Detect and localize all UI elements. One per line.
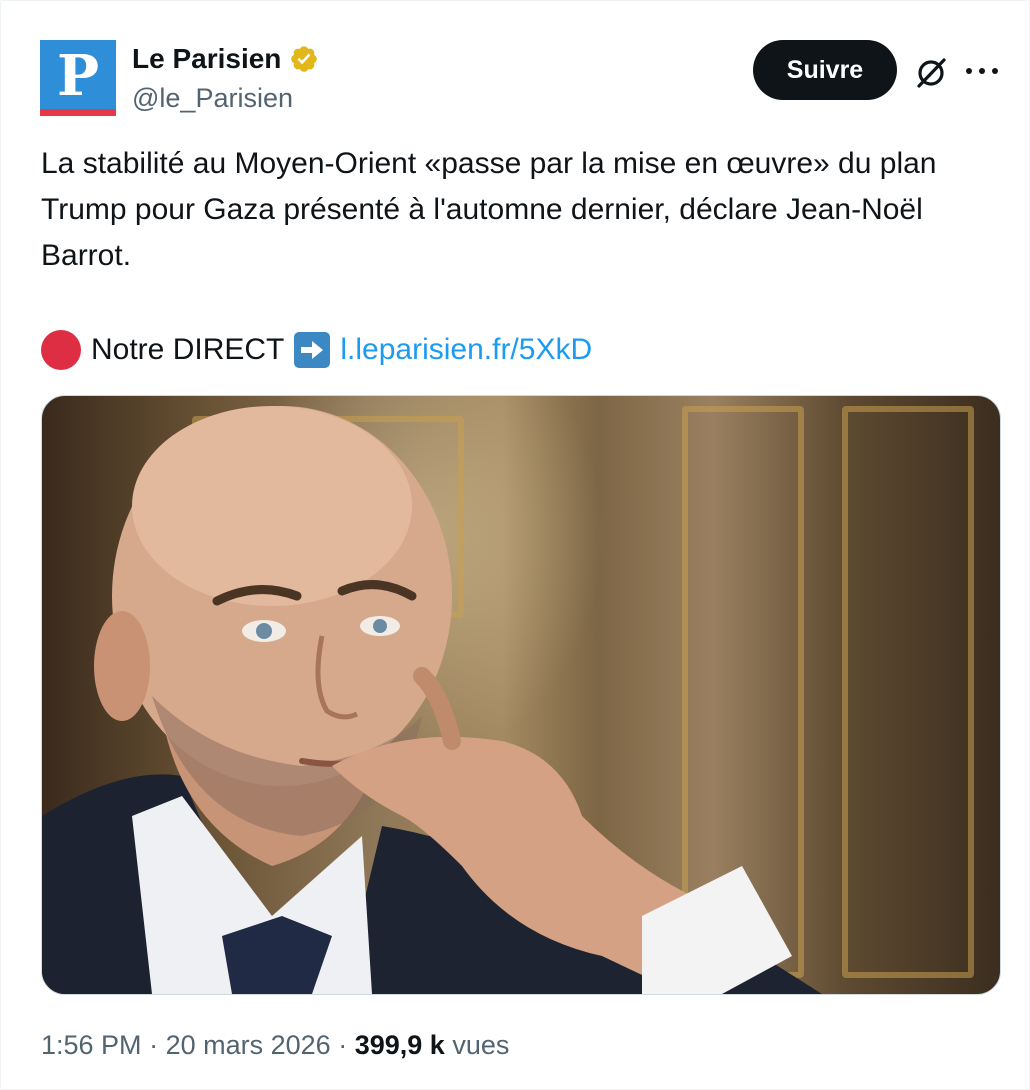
verified-badge-icon[interactable] bbox=[289, 44, 319, 74]
more-dot bbox=[979, 68, 985, 74]
right-arrow-icon bbox=[294, 332, 331, 368]
direct-line: Notre DIRECT l.leparisien.fr/5XkD bbox=[41, 327, 592, 373]
meta-separator: · bbox=[149, 1030, 159, 1060]
avatar-logo-letter: P bbox=[56, 43, 100, 109]
more-dot bbox=[992, 68, 998, 74]
author-handle[interactable]: @le_Parisien bbox=[132, 80, 293, 116]
tweet-time[interactable]: 1:56 PM bbox=[41, 1030, 142, 1060]
follow-button[interactable]: Suivre bbox=[753, 40, 897, 100]
avatar-stripe bbox=[40, 109, 116, 116]
views-label: vues bbox=[452, 1030, 510, 1060]
red-circle-icon bbox=[41, 330, 81, 370]
tweet-photo[interactable] bbox=[41, 395, 1001, 995]
meta-separator: · bbox=[338, 1030, 348, 1060]
direct-label: Notre DIRECT bbox=[91, 333, 285, 366]
tweet-date[interactable]: 20 mars 2026 bbox=[166, 1030, 331, 1060]
tweet-text: La stabilité au Moyen-Orient «passe par … bbox=[41, 147, 937, 272]
direct-link[interactable]: l.leparisien.fr/5XkD bbox=[340, 327, 592, 373]
more-dot bbox=[966, 68, 972, 74]
more-options-icon[interactable] bbox=[964, 57, 1000, 85]
portrait-silhouette bbox=[42, 406, 822, 994]
grok-icon[interactable] bbox=[911, 53, 951, 93]
tweet-card: P Le Parisien @le_Parisien Suivre La sta… bbox=[0, 0, 1030, 1090]
views-count: 399,9 k bbox=[354, 1030, 445, 1060]
author-name-row: Le Parisien bbox=[132, 41, 319, 77]
author-display-name[interactable]: Le Parisien bbox=[132, 41, 281, 77]
avatar[interactable]: P bbox=[40, 40, 116, 116]
tweet-meta: 1:56 PM · 20 mars 2026 · 399,9 k vues bbox=[41, 1025, 509, 1065]
